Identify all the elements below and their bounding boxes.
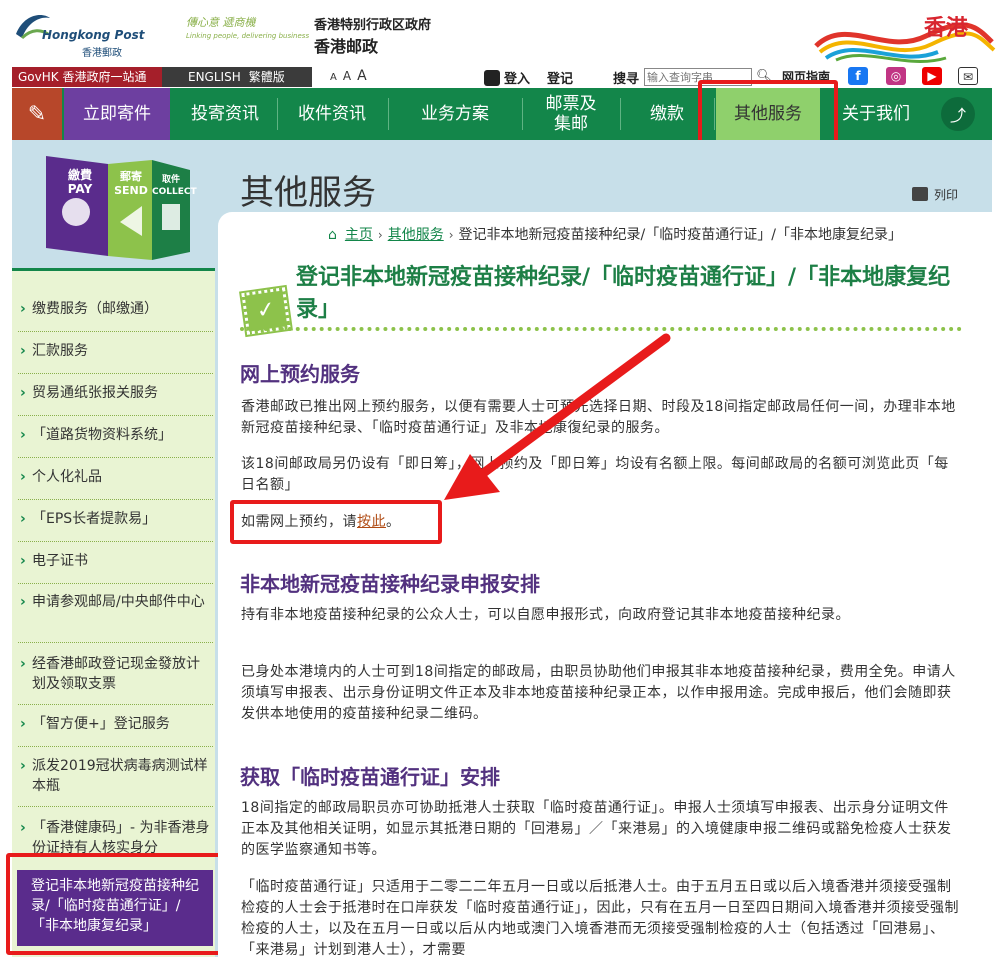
section-vaccine-pass-p2: 「临时疫苗通行证」只适用于二零二二年五月一日或以后抵港人士。由于五月五日或以后入… bbox=[241, 879, 959, 957]
services-banner: 繳費 PAY 郵寄 SEND 取件 COLLECT bbox=[12, 152, 215, 268]
font-size-large[interactable]: A bbox=[357, 68, 367, 84]
highlight-box-booking bbox=[230, 500, 442, 544]
hongkong-post-logo[interactable]: Hongkong Post 香港郵政 bbox=[12, 8, 145, 60]
sidebar-item-cash-payout[interactable]: 经香港邮政登记现金發放计划及领取支票 bbox=[18, 654, 213, 705]
page-title: 其他服务 bbox=[240, 173, 376, 213]
nav-item-receiving-info[interactable]: 收件资讯 bbox=[278, 88, 386, 140]
print-icon bbox=[912, 187, 928, 201]
login-link[interactable]: 登入 bbox=[484, 68, 530, 87]
gov-line1: 香港特别行政区政府 bbox=[314, 18, 432, 33]
language-switcher: ENGLISH 繁體版 bbox=[162, 67, 312, 87]
facebook-icon[interactable]: f bbox=[848, 67, 868, 85]
breadcrumb-home[interactable]: 主页 bbox=[345, 227, 373, 243]
print-label: 列印 bbox=[934, 188, 959, 202]
highlight-box-sidebar bbox=[6, 853, 224, 955]
nav-item-stamps[interactable]: 邮票及集邮 bbox=[524, 88, 618, 140]
logo-text-en: Hongkong Post bbox=[42, 28, 145, 42]
section-vaccine-pass-p1: 18间指定的邮政局职员亦可协助抵港人士获取「临时疫苗通行证」。申报人士须填写申报… bbox=[241, 800, 952, 858]
sidebar-item-bill-payment[interactable]: 缴费服务（邮缴通） bbox=[18, 299, 213, 332]
banner-collect-label: 取件 COLLECT bbox=[152, 175, 197, 197]
font-size-small[interactable]: A bbox=[330, 72, 337, 83]
sidebar-item-visit-post-office[interactable]: 申请参观邮局/中央邮件中心 bbox=[18, 592, 213, 643]
sidebar-item-eps-elderly[interactable]: 「EPS长者提款易」 bbox=[18, 509, 213, 542]
sidebar-item-health-code[interactable]: 「香港健康码」- 为非香港身份证持有人核实身分 bbox=[18, 818, 213, 854]
english-link[interactable]: ENGLISH bbox=[188, 67, 241, 87]
font-size-controls: AAA bbox=[330, 68, 373, 84]
sidebar-item-trade-declaration[interactable]: 贸易通纸张报关服务 bbox=[18, 383, 213, 416]
article-title: 登记非本地新冠疫苗接种纪录/「临时疫苗通行证」/「非本地康复纪录」 bbox=[296, 265, 951, 322]
login-label: 登入 bbox=[504, 72, 531, 87]
youtube-icon[interactable]: ▶ bbox=[922, 67, 942, 85]
breadcrumb-other-services[interactable]: 其他服务 bbox=[388, 227, 444, 243]
section-vaccine-pass-title: 获取「临时疫苗通行证」安排 bbox=[240, 765, 500, 789]
brand-text: 香港 bbox=[923, 16, 968, 41]
instagram-icon[interactable]: ◎ bbox=[886, 67, 906, 85]
brand-ribbon-icon bbox=[814, 22, 996, 63]
search-label: 搜寻 bbox=[613, 72, 640, 87]
mail-icon[interactable]: ✉ bbox=[958, 67, 978, 85]
share-icon[interactable]: ⤴ bbox=[941, 97, 975, 131]
breadcrumb: ⌂ 主页 › 其他服务 › 登记非本地新冠疫苗接种纪录/「临时疫苗通行证」/「非本地康复纪… bbox=[328, 227, 902, 243]
home-icon: ⌂ bbox=[328, 227, 337, 243]
annotation-arrow bbox=[444, 333, 671, 500]
user-icon bbox=[484, 70, 500, 86]
gov-line2: 香港邮政 bbox=[314, 37, 379, 56]
site-header: Hongkong Post 香港郵政 傳心意 遞商機 Linking peopl… bbox=[0, 0, 1004, 88]
sidebar-item-iam-smart[interactable]: 「智方便+」登记服务 bbox=[18, 714, 213, 747]
font-size-medium[interactable]: A bbox=[343, 69, 351, 83]
nav-item-about-us[interactable]: 关于我们 bbox=[824, 88, 928, 140]
main-nav: 立即寄件 投寄资讯 收件资讯 业务方案 邮票及集邮 缴款 其他服务 关于我们 bbox=[12, 88, 992, 140]
register-link[interactable]: 登记 bbox=[547, 68, 573, 87]
section-online-booking-title: 网上预约服务 bbox=[240, 362, 360, 386]
print-button[interactable]: 列印 bbox=[912, 186, 958, 203]
banner-send-label: 郵寄 SEND bbox=[114, 170, 148, 197]
brand-hongkong-logo: 香港 bbox=[806, 6, 998, 64]
govhk-link[interactable]: GovHK 香港政府一站通 bbox=[12, 67, 164, 87]
edit-icon[interactable]: ✎ bbox=[12, 88, 62, 140]
sidebar-item-test-kits[interactable]: 派发2019冠状病毒病测试样本瓶 bbox=[18, 756, 213, 807]
section-declaration-p2: 已身处本港境内的人士可到18间指定的邮政局，由职员协助他们申报其非本地疫苗接种纪… bbox=[241, 664, 956, 722]
sidebar-item-remittance[interactable]: 汇款服务 bbox=[18, 341, 213, 374]
slogan-en: Linking people, delivering business bbox=[186, 32, 310, 40]
sidebar-item-personalized-gifts[interactable]: 个人化礼品 bbox=[18, 467, 213, 500]
section-declaration-title: 非本地新冠疫苗接种纪录申报安排 bbox=[240, 572, 540, 596]
sidebar-item-e-cert[interactable]: 电子证书 bbox=[18, 551, 213, 584]
logo-text-zh: 香港郵政 bbox=[82, 48, 122, 59]
sidebar-item-road-cargo[interactable]: 「道路货物资料系统」 bbox=[18, 425, 213, 458]
section-declaration-p1: 持有非本地疫苗接种纪录的公众人士，可以自愿申报形式，向政府登记其非本地疫苗接种纪… bbox=[241, 607, 850, 623]
breadcrumb-current: 登记非本地新冠疫苗接种纪录/「临时疫苗通行证」/「非本地康复纪录」 bbox=[458, 227, 902, 243]
slogan-zh: 傳心意 遞商機 bbox=[186, 16, 256, 29]
nav-item-business-solutions[interactable]: 业务方案 bbox=[390, 88, 520, 140]
banner-pay-label: 繳費 PAY bbox=[67, 168, 93, 196]
nav-item-send-now[interactable]: 立即寄件 bbox=[64, 88, 170, 140]
nav-item-posting-info[interactable]: 投寄资讯 bbox=[174, 88, 276, 140]
traditional-chinese-link[interactable]: 繁體版 bbox=[249, 67, 285, 87]
